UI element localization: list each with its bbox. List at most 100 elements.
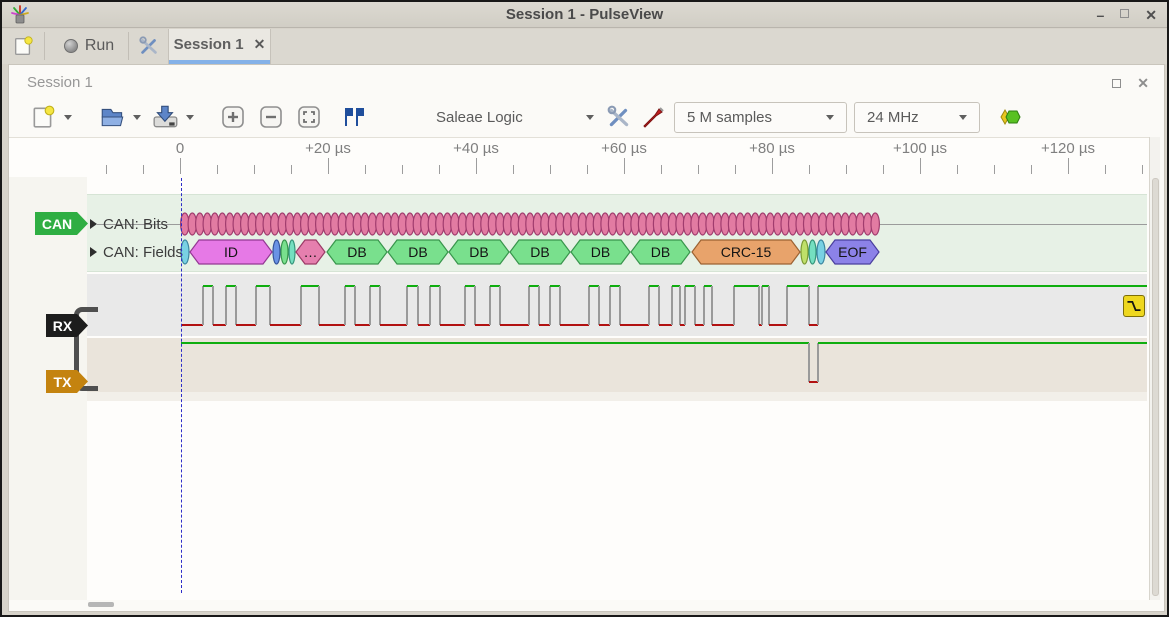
decoder-row-expand-icon[interactable] — [90, 219, 97, 229]
vertical-scrollbar-handle[interactable] — [1152, 178, 1159, 596]
ruler-major-tick — [624, 158, 625, 174]
ruler-tick-label: +20 µs — [305, 140, 351, 157]
ruler-tick-label: +120 µs — [1041, 140, 1095, 157]
ruler-minor-tick — [291, 165, 292, 174]
decoder-tag-can[interactable]: CAN — [35, 212, 88, 235]
ruler-minor-tick — [994, 165, 995, 174]
open-icon — [99, 104, 127, 130]
open-button[interactable] — [99, 103, 127, 131]
minimize-button[interactable]: – — [1096, 5, 1104, 25]
ruler-minor-tick — [143, 165, 144, 174]
titlebar: Session 1 - PulseView – ✕ — [2, 2, 1167, 28]
device-name: Saleae Logic — [428, 109, 523, 126]
ruler-major-tick — [328, 158, 329, 174]
settings-wrench-icon — [138, 35, 160, 57]
probe-button[interactable] — [640, 103, 666, 131]
ruler-minor-tick — [735, 165, 736, 174]
trigger-markers-icon — [340, 104, 366, 130]
ruler-minor-tick — [365, 165, 366, 174]
decoder-row-expand-icon[interactable] — [90, 247, 97, 257]
rx-trigger-badge[interactable] — [1123, 295, 1145, 317]
ruler-minor-tick — [846, 165, 847, 174]
tab-session-1[interactable]: Session 1 ✕ — [168, 29, 271, 64]
dock-close-button[interactable]: ✕ — [1137, 75, 1149, 92]
channels-button[interactable] — [606, 103, 632, 131]
ruler-major-tick — [476, 158, 477, 174]
device-select[interactable]: Saleae Logic — [422, 102, 600, 133]
save-button[interactable] — [152, 103, 180, 131]
decoder-bits-baseline — [97, 224, 1147, 225]
ruler-minor-tick — [217, 165, 218, 174]
pulseview-window: Session 1 - PulseView – ✕ Run — [0, 0, 1169, 617]
new-session-icon — [30, 104, 56, 130]
ruler-minor-tick — [1142, 165, 1143, 174]
main-toolbar: Run Session 1 ✕ — [2, 29, 1167, 64]
dock-title: Session 1 — [27, 74, 93, 91]
sample-count-select[interactable]: 5 M samples — [674, 102, 847, 133]
ruler-minor-tick — [106, 165, 107, 174]
add-decoder-icon — [996, 104, 1024, 130]
ruler-minor-tick — [809, 165, 810, 174]
ruler-tick-label: 0 — [176, 140, 184, 157]
time-cursor[interactable] — [181, 178, 182, 593]
save-dropdown-arrow[interactable] — [186, 115, 194, 120]
zoom-out-icon — [259, 105, 283, 129]
ruler-major-tick — [180, 158, 181, 174]
ruler-minor-tick — [254, 165, 255, 174]
run-label: Run — [85, 37, 114, 55]
ruler-minor-tick — [402, 165, 403, 174]
new-session-dropdown-arrow[interactable] — [64, 115, 72, 120]
add-decoder-button[interactable] — [996, 103, 1024, 131]
zoom-fit-button[interactable] — [297, 103, 321, 131]
ruler-minor-tick — [550, 165, 551, 174]
decoder-row1-label[interactable]: CAN: Bits — [103, 216, 168, 233]
dock-float-button[interactable] — [1112, 79, 1121, 88]
ruler-minor-tick — [698, 165, 699, 174]
ruler-minor-tick — [883, 165, 884, 174]
decoder-row-background — [87, 194, 1147, 272]
zoom-in-button[interactable] — [221, 103, 245, 131]
decoder-row2-label[interactable]: CAN: Fields — [103, 244, 183, 261]
close-button[interactable]: ✕ — [1145, 5, 1157, 25]
trigger-markers-button[interactable] — [340, 103, 366, 131]
run-button[interactable]: Run — [54, 32, 124, 60]
zoom-fit-icon — [297, 105, 321, 129]
sample-rate-value: 24 MHz — [867, 109, 919, 126]
maximize-button[interactable] — [1120, 9, 1129, 18]
ruler-major-tick — [772, 158, 773, 174]
probe-icon — [640, 104, 666, 130]
sample-rate-arrow — [959, 115, 967, 120]
ruler-minor-tick — [1031, 165, 1032, 174]
tab-label: Session 1 — [174, 36, 244, 53]
vertical-scrollbar[interactable] — [1149, 137, 1160, 600]
sample-rate-select[interactable]: 24 MHz — [854, 102, 980, 133]
ruler-minor-tick — [957, 165, 958, 174]
ruler-tick-label: +100 µs — [893, 140, 947, 157]
channels-wrench-icon — [606, 104, 632, 130]
horizontal-scrollbar-handle[interactable] — [88, 602, 114, 607]
sample-count-value: 5 M samples — [687, 109, 772, 126]
zoom-in-icon — [221, 105, 245, 129]
ruler-tick-label: +80 µs — [749, 140, 795, 157]
sample-count-arrow — [826, 115, 834, 120]
run-state-icon — [64, 39, 78, 53]
ruler-tick-label: +60 µs — [601, 140, 647, 157]
ruler-minor-tick — [587, 165, 588, 174]
new-session-button[interactable] — [8, 32, 38, 60]
settings-button[interactable] — [134, 32, 164, 60]
ruler-major-tick — [1068, 158, 1069, 174]
open-dropdown-arrow[interactable] — [133, 115, 141, 120]
new-session-button-2[interactable] — [30, 103, 56, 131]
falling-edge-trigger-icon — [1125, 297, 1143, 315]
ruler-minor-tick — [661, 165, 662, 174]
save-icon — [152, 104, 180, 130]
ruler-minor-tick — [513, 165, 514, 174]
ruler-minor-tick — [1105, 165, 1106, 174]
ruler-tick-label: +40 µs — [453, 140, 499, 157]
device-dropdown-arrow — [586, 115, 594, 120]
ruler-minor-tick — [439, 165, 440, 174]
tab-close-icon[interactable]: ✕ — [254, 36, 266, 53]
new-session-icon — [12, 35, 34, 57]
window-title: Session 1 - PulseView — [2, 6, 1167, 23]
zoom-out-button[interactable] — [259, 103, 283, 131]
